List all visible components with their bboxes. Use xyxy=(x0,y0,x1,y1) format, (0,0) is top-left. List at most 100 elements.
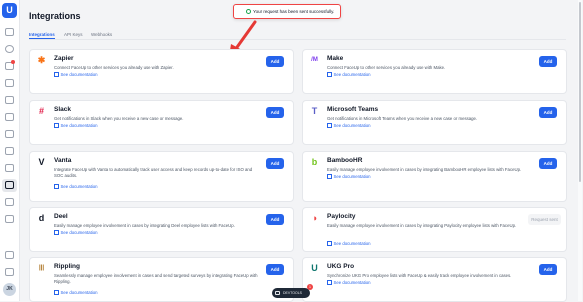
user-avatar[interactable]: JK xyxy=(3,283,16,296)
link-label: See documentation xyxy=(333,241,371,246)
add-button[interactable]: Add xyxy=(539,107,557,118)
add-button[interactable]: Add xyxy=(266,214,284,225)
integration-description: Synchronize UKG Pro employee lists with … xyxy=(327,273,512,278)
add-button[interactable]: Add xyxy=(539,158,557,169)
slack-icon: # xyxy=(38,106,44,116)
link-label: See documentation xyxy=(333,280,371,285)
tab-api-keys[interactable]: API Keys xyxy=(64,32,83,37)
link-label: See documentation xyxy=(60,72,98,77)
integration-name: BambooHR xyxy=(327,157,363,164)
sidebar: U JK xyxy=(0,0,20,301)
add-button[interactable]: Add xyxy=(266,264,284,275)
integration-description: Get notifications in Microsoft Teams whe… xyxy=(327,116,478,121)
add-button[interactable]: Add xyxy=(266,107,284,118)
integration-name: Vanta xyxy=(54,157,72,164)
devtools-label: DEVTOOLS xyxy=(283,291,302,295)
terminal-icon[interactable] xyxy=(5,215,14,223)
see-documentation-link[interactable]: See documentation xyxy=(54,123,98,129)
integration-description: Easily manage employee involvement in ca… xyxy=(327,167,522,172)
external-link-icon xyxy=(327,123,332,129)
see-documentation-link[interactable]: See documentation xyxy=(327,123,371,129)
table-icon[interactable] xyxy=(5,147,14,155)
link-label: See documentation xyxy=(333,174,371,179)
see-documentation-link[interactable]: See documentation xyxy=(327,72,371,78)
toast-message: Your request has been sent successfully. xyxy=(253,9,335,14)
see-documentation-link[interactable]: See documentation xyxy=(327,241,371,247)
link-label: See documentation xyxy=(60,123,98,128)
external-link-icon xyxy=(54,230,59,236)
integration-name: Zapier xyxy=(54,55,74,62)
deel-icon: d xyxy=(38,213,45,223)
integration-card-ukg-pro: U UKG Pro Synchronize UKG Pro employee lis… xyxy=(302,257,567,302)
app-logo[interactable]: U xyxy=(2,3,17,18)
integration-description: Easily manage employee involvement in ca… xyxy=(327,223,517,228)
external-link-icon xyxy=(54,290,59,296)
external-link-icon xyxy=(327,280,332,286)
external-link-icon xyxy=(54,184,59,190)
ukg-icon: U xyxy=(311,263,318,273)
integration-name: Slack xyxy=(54,106,71,113)
integration-name: Make xyxy=(327,55,344,62)
integration-name: Paylocity xyxy=(327,213,356,220)
paylocity-icon: ◑ xyxy=(311,213,318,223)
integration-card-make: /M Make Connect FaceUp to other services y… xyxy=(302,49,567,94)
integration-name: UKG Pro xyxy=(327,263,355,270)
link-label: See documentation xyxy=(333,123,371,128)
devtools-button[interactable]: DEVTOOLS xyxy=(272,288,310,298)
external-link-icon xyxy=(54,72,59,78)
integrations-icon[interactable] xyxy=(5,181,14,189)
request-sent-button: Request sent xyxy=(528,214,561,225)
integration-name: Microsoft Teams xyxy=(327,106,379,113)
teams-icon: T xyxy=(311,106,318,116)
see-documentation-link[interactable]: See documentation xyxy=(327,280,371,286)
clock-icon[interactable] xyxy=(5,45,14,53)
vanta-icon: V xyxy=(38,157,45,167)
clipboard-icon[interactable] xyxy=(5,96,14,104)
integration-name: Deel xyxy=(54,213,68,220)
integration-card-rippling: ||| Rippling Seamlessly manage employee in… xyxy=(29,257,294,302)
tab-webhooks[interactable]: Webhooks xyxy=(91,32,112,37)
see-documentation-link[interactable]: See documentation xyxy=(54,230,98,236)
users-icon[interactable] xyxy=(5,164,14,172)
external-link-icon xyxy=(327,174,332,180)
integration-card-vanta: V Vanta Integrate FaceUp with Vanta to aut… xyxy=(29,151,294,202)
document-icon[interactable] xyxy=(5,113,14,121)
success-toast: Your request has been sent successfully. xyxy=(233,4,341,19)
help-icon[interactable] xyxy=(5,251,14,259)
reports-icon[interactable] xyxy=(5,79,14,87)
integration-name: Rippling xyxy=(54,263,80,270)
integration-card-paylocity: ◑ Paylocity Easily manage employee involve… xyxy=(302,207,567,252)
forward-icon[interactable] xyxy=(5,130,14,138)
link-label: See documentation xyxy=(60,184,98,189)
tabs-divider xyxy=(29,39,566,40)
make-icon: /M xyxy=(311,57,318,63)
integration-description: Get notifications in Slack when you rece… xyxy=(54,116,184,121)
integration-card-deel: d Deel Easily manage employee involvement … xyxy=(29,207,294,252)
scrollbar-thumb[interactable] xyxy=(579,2,581,182)
tab-integrations[interactable]: Integrations xyxy=(29,32,55,37)
integration-description: Integrate FaceUp with Vanta to automatic… xyxy=(54,167,253,178)
add-button[interactable]: Add xyxy=(266,56,284,67)
integration-description: Easily manage employee involvement in ca… xyxy=(54,223,235,228)
add-button[interactable]: Add xyxy=(539,264,557,275)
see-documentation-link[interactable]: See documentation xyxy=(54,72,98,78)
add-button[interactable]: Add xyxy=(539,56,557,67)
integration-card-slack: # Slack Get notifications in Slack when yo… xyxy=(29,100,294,145)
integration-card-bamboohr: b BambooHR Easily manage employee involvem… xyxy=(302,151,567,202)
devtools-badge: 1 xyxy=(307,284,313,290)
external-link-icon xyxy=(327,72,332,78)
link-label: See documentation xyxy=(333,72,371,77)
add-button[interactable]: Add xyxy=(266,158,284,169)
integration-card-microsoft-teams: T Microsoft Teams Get notifications in Mic… xyxy=(302,100,567,145)
page-title: Integrations xyxy=(29,11,81,21)
integration-description: Connect FaceUp to other services you alr… xyxy=(327,65,446,70)
link-label: See documentation xyxy=(60,230,98,235)
check-circle-icon xyxy=(246,9,251,14)
see-documentation-link[interactable]: See documentation xyxy=(54,290,98,296)
see-documentation-link[interactable]: See documentation xyxy=(54,184,98,190)
settings-icon[interactable] xyxy=(5,268,14,276)
integration-description: Connect FaceUp to other services you alr… xyxy=(54,65,174,70)
see-documentation-link[interactable]: See documentation xyxy=(327,174,371,180)
shield-icon[interactable] xyxy=(5,198,14,206)
home-icon[interactable] xyxy=(5,28,14,36)
